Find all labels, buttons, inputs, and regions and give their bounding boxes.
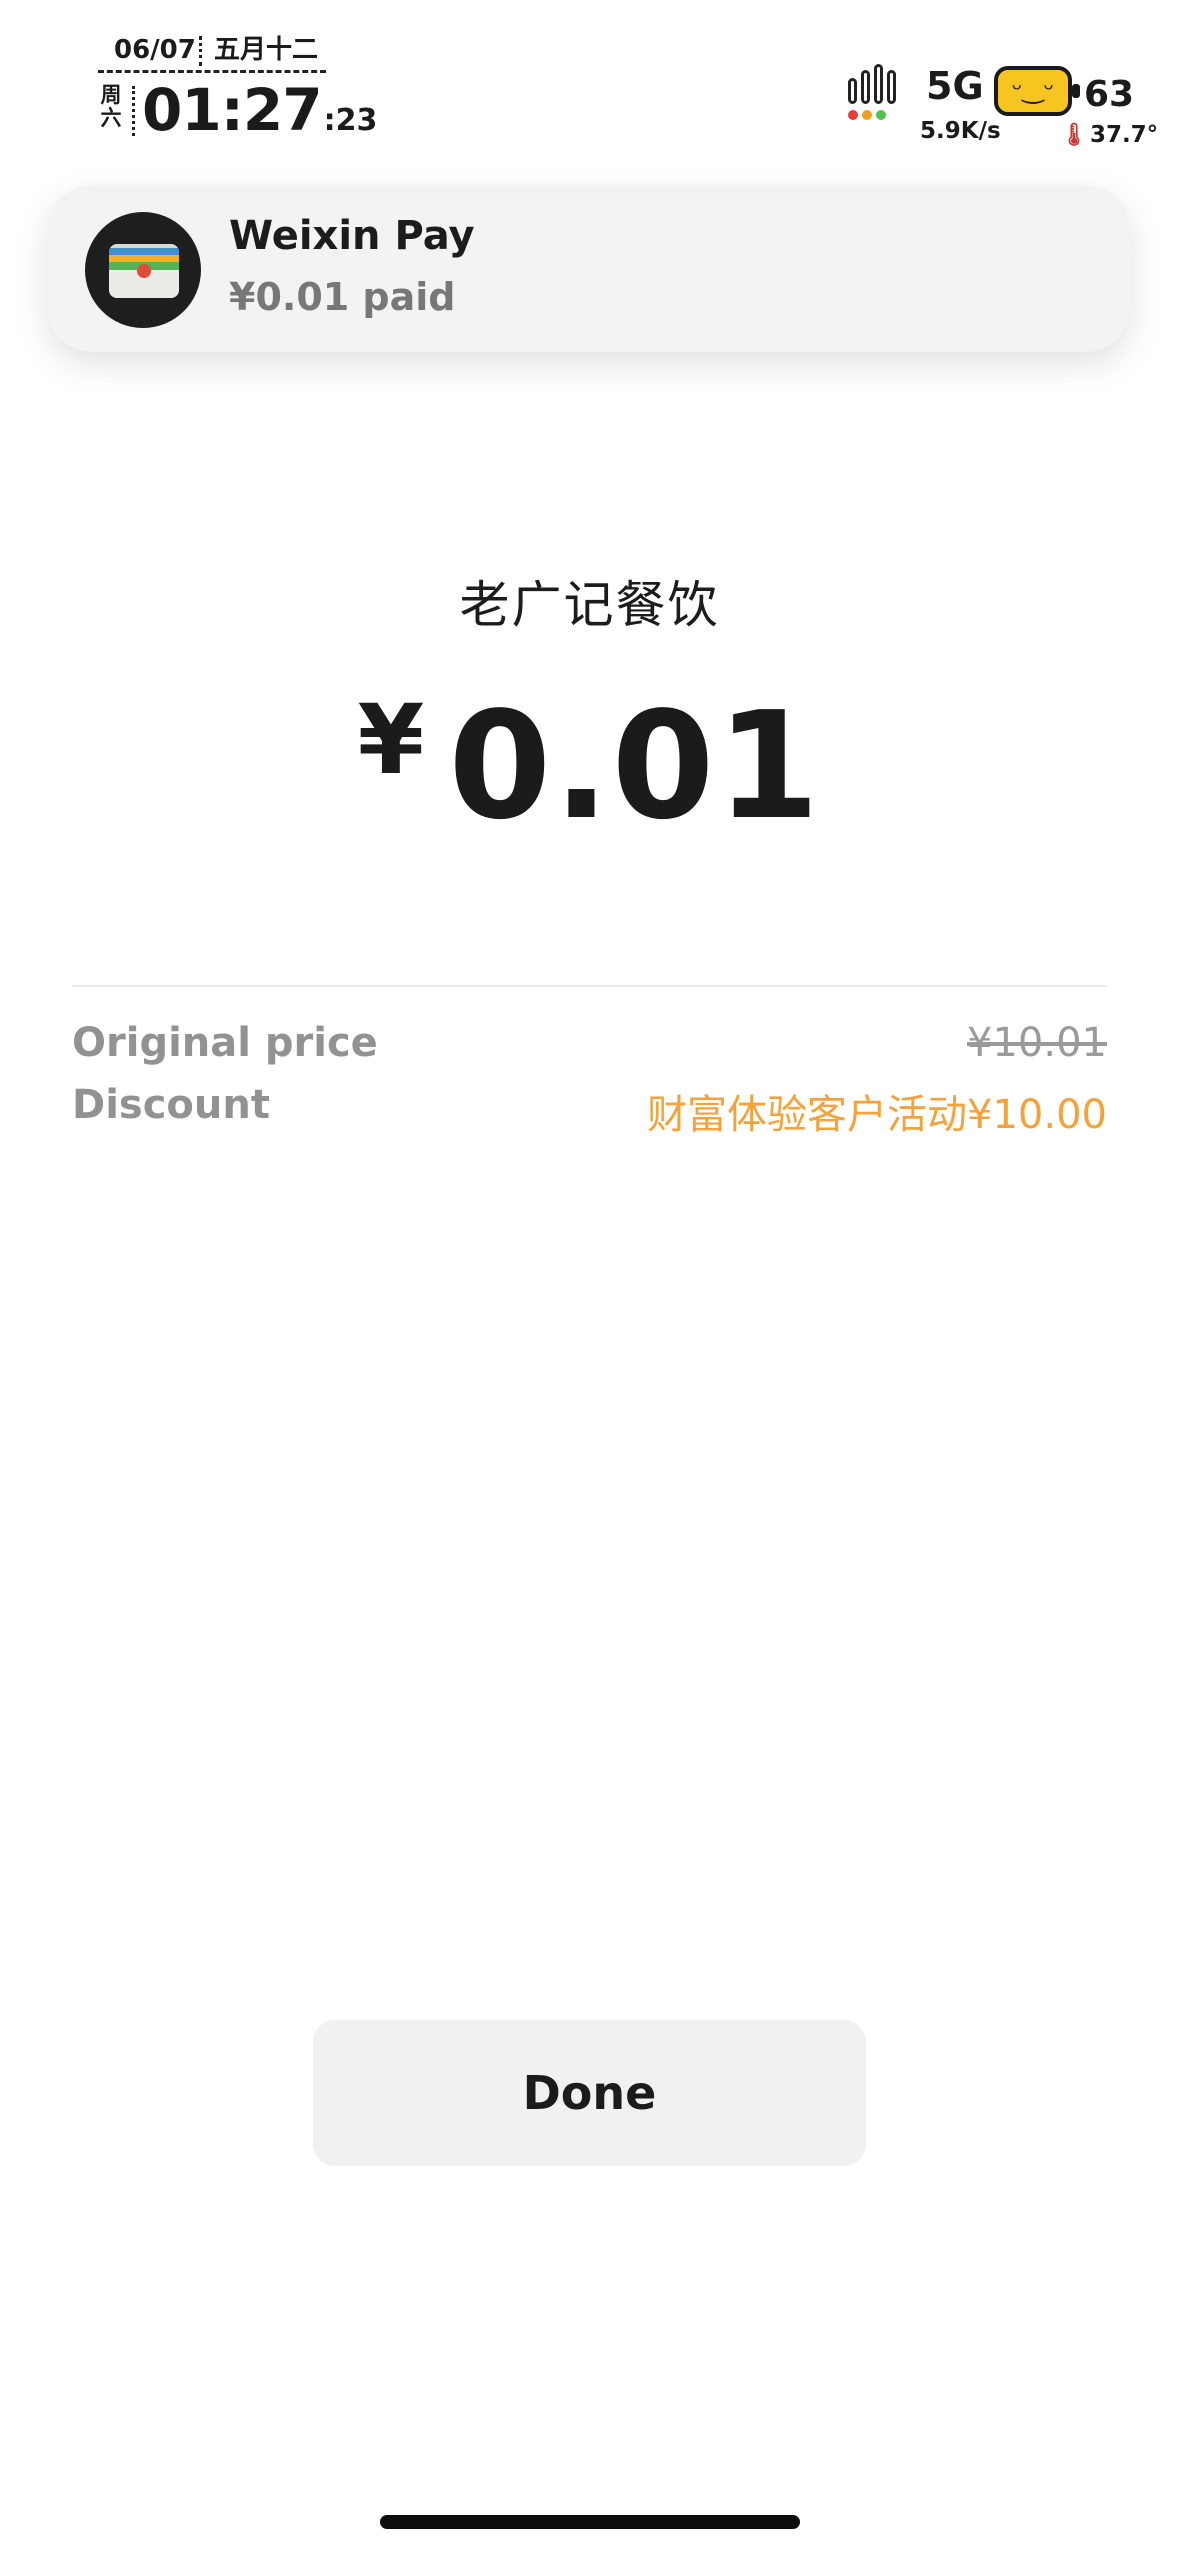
- battery-temp-value: 37.7°: [1089, 122, 1159, 148]
- battery-level: 63: [1084, 74, 1135, 115]
- currency-symbol: ¥: [357, 684, 425, 796]
- status-bar-clock: 06/07 五月十二 周六 01:27:23: [98, 32, 377, 144]
- discount-label: Discount: [72, 1082, 270, 1128]
- date-row: 06/07 五月十二: [98, 32, 326, 73]
- time-separator: [132, 86, 135, 136]
- lunar-date: 五月十二: [214, 35, 319, 65]
- original-price-label: Original price: [72, 1020, 378, 1066]
- clock: 01:27:23: [142, 76, 377, 144]
- clock-time: 01:27: [142, 76, 323, 144]
- battery-face-icon: ᵕ‿ᵕ: [994, 66, 1080, 116]
- clock-seconds: :23: [323, 103, 378, 138]
- amount-value: 0.01: [448, 680, 822, 852]
- discount-row: Discount 财富体验客户活动¥10.00: [72, 1082, 1107, 1138]
- divider: [72, 985, 1107, 987]
- network-type: 5G: [926, 64, 984, 108]
- notification-message: ¥0.01 paid: [229, 275, 456, 319]
- date: 06/07: [114, 35, 196, 65]
- signal-icon: [848, 60, 908, 120]
- payment-amount: ¥0.01: [0, 680, 1179, 852]
- battery-temperature: 🌡37.7°: [1060, 122, 1158, 148]
- original-price-row: Original price ¥10.01: [72, 1020, 1107, 1070]
- thermometer-icon: 🌡: [1060, 123, 1088, 148]
- wallet-icon: [109, 244, 179, 298]
- network-speed: 5.9K/s: [920, 118, 1001, 144]
- discount-value: 财富体验客户活动¥10.00: [647, 1092, 1107, 1138]
- date-separator: [199, 36, 202, 66]
- merchant-name: 老广记餐饮: [459, 576, 720, 634]
- notification-banner[interactable]: Weixin Pay ¥0.01 paid: [48, 185, 1130, 352]
- status-bar-indicators: 5G 5.9K/s ᵕ‿ᵕ 63 🌡37.7°: [840, 56, 1158, 156]
- notification-title: Weixin Pay: [229, 213, 475, 259]
- app-icon: [85, 212, 201, 328]
- done-button[interactable]: Done: [313, 2020, 866, 2166]
- original-price-value: ¥10.01: [967, 1020, 1107, 1066]
- weekday: 周六: [100, 83, 122, 130]
- home-indicator[interactable]: [380, 2515, 800, 2529]
